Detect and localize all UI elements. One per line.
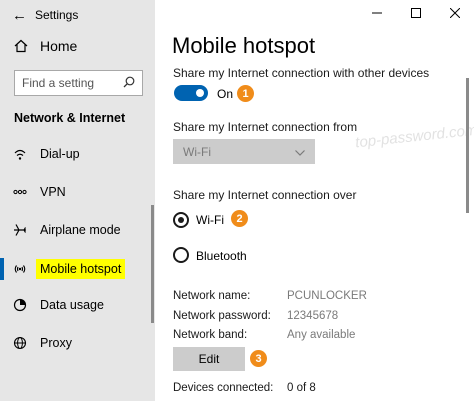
sidebar-item-data-usage[interactable]: Data usage	[0, 294, 150, 316]
globe-icon	[12, 336, 28, 350]
data-usage-icon	[12, 298, 28, 312]
title-bar: ← Settings	[0, 0, 155, 30]
sidebar-item-mobile-hotspot[interactable]: Mobile hotspot	[0, 258, 150, 280]
sidebar-item-vpn[interactable]: VPN	[0, 181, 150, 203]
step-badge-2: 2	[231, 210, 248, 227]
edit-button[interactable]: Edit	[173, 347, 245, 371]
devices-connected-value: 0 of 8	[287, 382, 316, 394]
hotspot-icon	[12, 262, 28, 276]
vpn-icon	[12, 187, 28, 197]
network-band-value: Any available	[287, 329, 356, 341]
sidebar-item-label: Dial-up	[40, 147, 80, 161]
airplane-icon	[12, 223, 28, 237]
minimize-button[interactable]	[357, 0, 396, 26]
sidebar-item-dialup[interactable]: Dial-up	[0, 143, 150, 165]
network-band-label: Network band:	[173, 329, 248, 341]
watermark: top-password.com	[354, 121, 474, 152]
toggle-state: On	[217, 87, 234, 101]
home-icon	[12, 39, 30, 53]
network-name-label: Network name:	[173, 290, 251, 302]
page-title: Mobile hotspot	[172, 33, 316, 58]
radio-dot	[178, 217, 184, 223]
sidebar-item-label: Data usage	[40, 298, 104, 312]
dialup-icon	[12, 147, 28, 161]
sidebar-scrollbar[interactable]	[151, 205, 154, 323]
home-nav-item[interactable]: Home	[12, 36, 77, 56]
maximize-button[interactable]	[396, 0, 435, 26]
network-name-value: PCUNLOCKER	[287, 290, 367, 302]
sidebar: ← Settings Home Find a setting Network &…	[0, 0, 155, 401]
step-badge-1: 1	[237, 85, 254, 102]
network-password-label: Network password:	[173, 310, 271, 322]
share-over-label: Share my Internet connection over	[173, 188, 357, 202]
sidebar-item-label: VPN	[40, 185, 66, 199]
window-controls	[357, 0, 474, 30]
share-label: Share my Internet connection with other …	[173, 66, 430, 80]
radio-wifi-label: Wi-Fi	[196, 213, 224, 227]
home-label: Home	[40, 38, 78, 54]
sidebar-item-label: Airplane mode	[40, 223, 121, 237]
window-title: Settings	[35, 8, 79, 22]
main-scrollbar[interactable]	[466, 78, 469, 213]
chevron-down-icon	[295, 145, 305, 159]
hotspot-toggle[interactable]	[174, 85, 208, 101]
sidebar-item-proxy[interactable]: Proxy	[0, 332, 150, 354]
radio-wifi[interactable]	[173, 212, 189, 228]
share-from-dropdown[interactable]: Wi-Fi	[173, 139, 315, 164]
devices-connected-label: Devices connected:	[173, 382, 274, 394]
close-button[interactable]	[435, 0, 474, 26]
radio-bluetooth-label: Bluetooth	[196, 249, 247, 263]
search-icon[interactable]	[123, 76, 135, 91]
sidebar-item-label: Mobile hotspot	[36, 259, 126, 279]
sidebar-item-airplane[interactable]: Airplane mode	[0, 219, 150, 241]
search-input[interactable]: Find a setting	[14, 70, 143, 96]
toggle-knob	[196, 89, 204, 97]
share-from-label: Share my Internet connection from	[173, 120, 358, 134]
step-badge-3: 3	[250, 350, 267, 367]
main-panel: Mobile hotspot Share my Internet connect…	[155, 0, 474, 401]
share-from-value: Wi-Fi	[183, 144, 211, 159]
network-password-value: 12345678	[287, 310, 339, 322]
sidebar-item-label: Proxy	[40, 336, 72, 350]
radio-bluetooth[interactable]	[173, 247, 189, 263]
back-arrow-icon[interactable]: ←	[12, 8, 27, 23]
search-placeholder: Find a setting	[22, 76, 95, 90]
section-title: Network & Internet	[14, 111, 126, 125]
